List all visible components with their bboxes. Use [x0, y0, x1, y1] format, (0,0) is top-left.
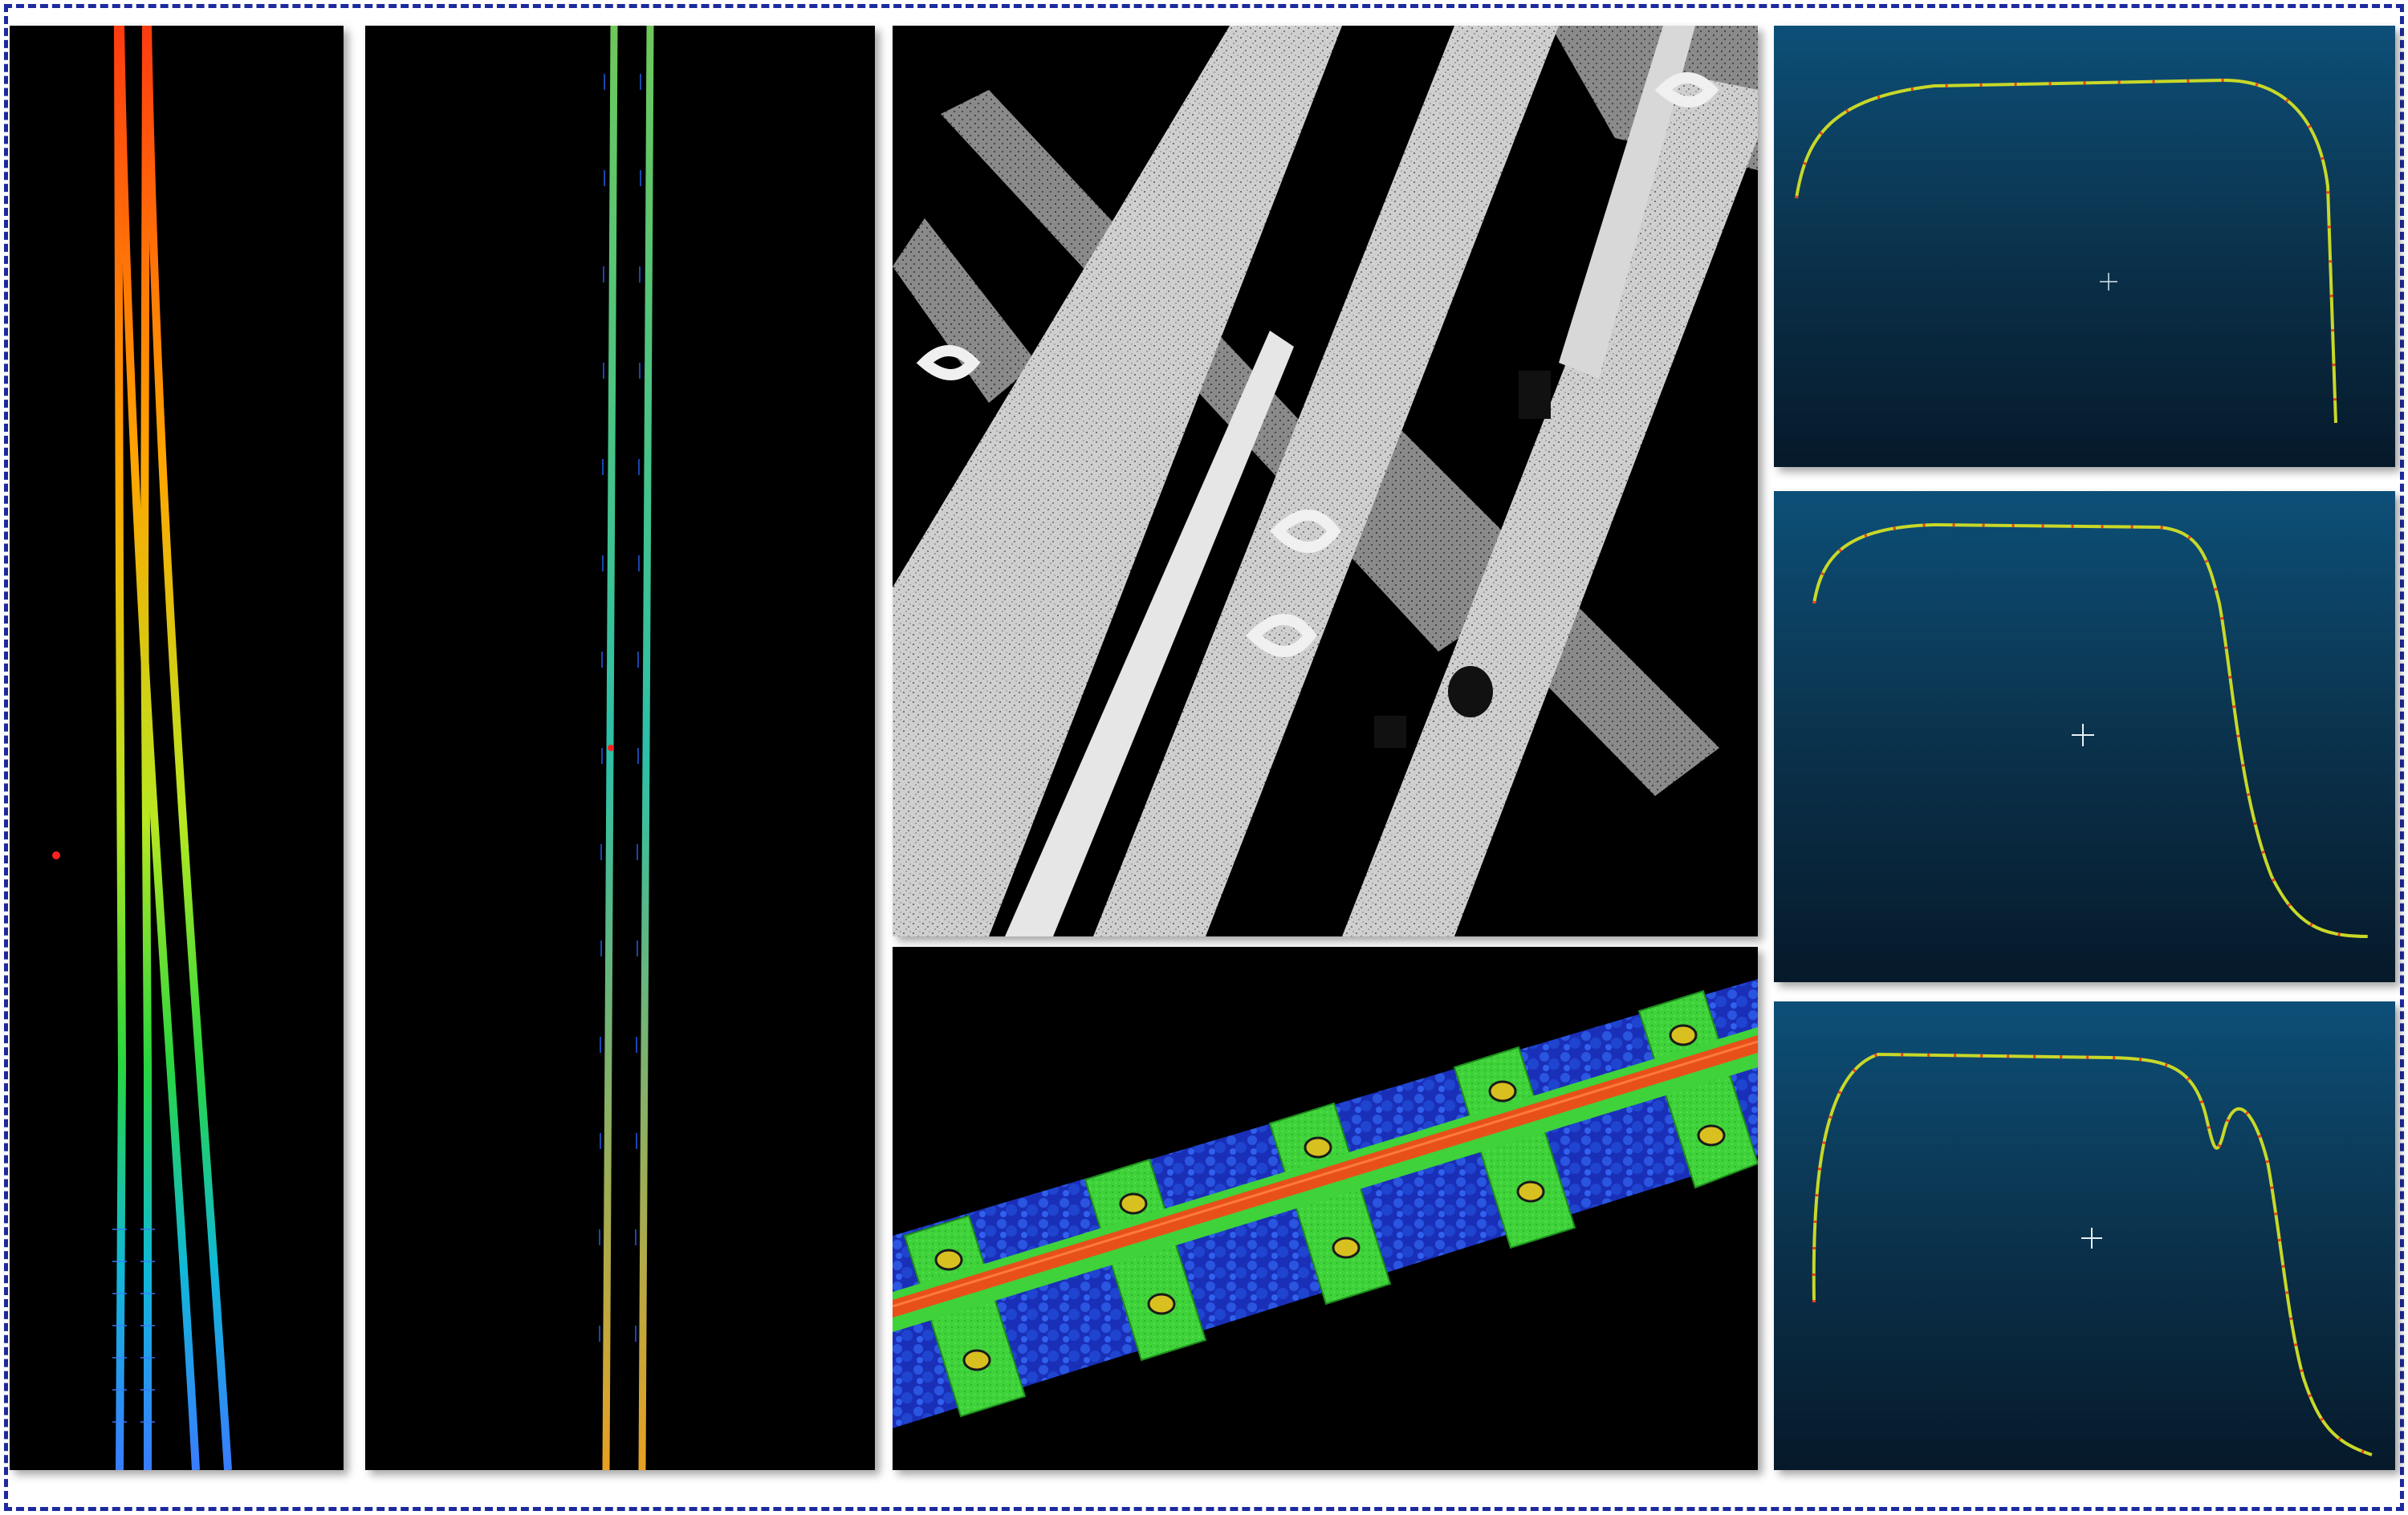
profile-2-curve — [1812, 522, 2369, 938]
outlier-point — [52, 851, 60, 859]
rail-lines — [114, 26, 232, 1470]
panel-grayscale-turnout — [893, 26, 1758, 936]
panel-rails-parallel — [365, 26, 875, 1470]
profile-1-red-points — [1795, 78, 2337, 424]
profile-3-center-cross — [2081, 1228, 2102, 1249]
rails-parallel-plot — [599, 26, 654, 1470]
profile-3-plot — [1812, 1052, 2373, 1456]
panel-rails-diverging — [10, 26, 344, 1470]
panel-profile-3 — [1774, 1001, 2395, 1470]
grayscale-turnout-render — [893, 26, 1758, 936]
profile-3-red-points — [1812, 1052, 2373, 1456]
profile-1-center-cross — [2100, 273, 2117, 290]
outlier-point — [608, 745, 614, 751]
profile-3-curve — [1812, 1052, 2373, 1456]
colored-track-render — [893, 947, 1758, 1470]
panel-profile-2 — [1774, 491, 2395, 982]
profile-2-center-cross — [2072, 724, 2094, 746]
panel-colored-track — [893, 947, 1758, 1470]
rails-diverging-plot — [52, 26, 232, 1470]
profile-1-plot — [1795, 78, 2337, 424]
profile-2-red-points — [1812, 522, 2369, 938]
panel-profile-1 — [1774, 26, 2395, 467]
profile-1-curve — [1795, 78, 2337, 424]
profile-2-plot — [1812, 522, 2369, 938]
